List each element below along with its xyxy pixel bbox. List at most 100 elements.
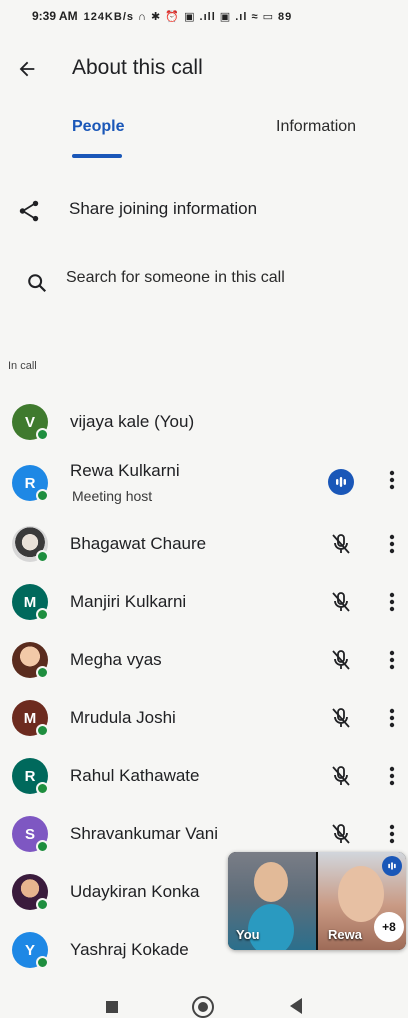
avatar-initial: V [24, 413, 35, 431]
active-tab-indicator [72, 154, 122, 158]
self-video-label: You [236, 927, 260, 942]
participant-row[interactable]: R Rahul Kathawate [0, 747, 408, 805]
participant-name: Rewa Kulkarni [70, 461, 180, 480]
avatar-initial: R [24, 767, 36, 785]
mic-muted-indicator [328, 589, 354, 615]
avatar: M [12, 584, 49, 621]
participant-row[interactable]: Megha vyas [0, 631, 408, 689]
status-time: 9:39 AM [32, 9, 78, 23]
more-vert-icon [389, 766, 395, 786]
mic-off-icon [332, 708, 350, 728]
status-bar: 9:39 AM 124KB/s ∩ ✱ ⏰ ▣ .ıll ▣ .ıl ≈ ▭ 8… [0, 0, 408, 32]
audio-level-icon [388, 862, 396, 870]
picture-in-picture-video[interactable]: You Rewa +8 [228, 852, 406, 950]
mic-muted-indicator [328, 531, 354, 557]
participant-name: Udaykiran Konka [70, 882, 200, 901]
avatar: R [12, 465, 49, 502]
online-indicator [36, 840, 49, 853]
online-indicator [36, 608, 49, 621]
avatar: R [12, 758, 49, 795]
participant-name: Manjiri Kulkarni [70, 592, 187, 611]
search-placeholder: Search for someone in this call [66, 269, 285, 286]
participant-row[interactable]: Bhagawat Chaure [0, 515, 408, 573]
avatar: M [12, 700, 49, 737]
mic-muted-indicator [328, 821, 354, 847]
online-indicator [36, 489, 49, 502]
audio-level-icon [336, 477, 346, 487]
online-indicator [36, 666, 49, 679]
mic-off-icon [332, 534, 350, 554]
more-vert-icon [389, 592, 395, 612]
avatar [12, 526, 49, 563]
more-vert-icon [389, 708, 395, 728]
participant-name: Shravankumar Vani [70, 824, 219, 843]
avatar [12, 642, 49, 679]
participant-row[interactable]: V vijaya kale (You) [0, 393, 408, 451]
avatar: Y [12, 932, 49, 969]
more-vert-icon [389, 534, 395, 554]
participant-video-label: Rewa [328, 927, 362, 942]
status-icons: 124KB/s ∩ ✱ ⏰ ▣ .ıll ▣ .ıl ≈ ▭ 89 [83, 10, 293, 23]
online-indicator [36, 782, 49, 795]
more-options-button[interactable] [384, 589, 400, 615]
more-options-button[interactable] [384, 763, 400, 789]
speaking-indicator [382, 856, 402, 876]
more-options-button[interactable] [384, 531, 400, 557]
mic-muted-indicator [328, 647, 354, 673]
more-options-button[interactable] [384, 705, 400, 731]
page-title: About this call [72, 56, 203, 79]
app-bar: About this call [0, 44, 408, 94]
recents-button[interactable] [106, 1001, 118, 1013]
participant-name: Rahul Kathawate [70, 766, 200, 785]
mic-muted-indicator [328, 763, 354, 789]
more-vert-icon [389, 824, 395, 844]
online-indicator [36, 428, 49, 441]
avatar-initial: S [24, 825, 35, 843]
search-icon [28, 274, 47, 293]
participant-row[interactable]: R Rewa Kulkarni Meeting host [0, 451, 408, 515]
avatar: S [12, 816, 49, 853]
share-joining-info-button[interactable]: Share joining information [0, 190, 408, 234]
participant-row[interactable]: M Manjiri Kulkarni [0, 573, 408, 631]
more-participants-count: +8 [374, 912, 404, 942]
avatar: V [12, 404, 49, 441]
online-indicator [36, 724, 49, 737]
avatar-initial: M [23, 593, 37, 611]
arrow-back-icon [19, 61, 35, 77]
meeting-host-label: Meeting host [72, 488, 153, 504]
more-options-button[interactable] [384, 821, 400, 847]
avatar [12, 874, 49, 911]
online-indicator [36, 550, 49, 563]
tab-bar: People Information [0, 112, 408, 162]
mic-muted-indicator [328, 705, 354, 731]
participant-name: Bhagawat Chaure [70, 534, 207, 553]
share-icon [19, 200, 39, 222]
participant-name: vijaya kale (You) [70, 412, 195, 431]
more-options-button[interactable] [384, 467, 400, 493]
more-vert-icon [389, 650, 395, 670]
more-vert-icon [389, 470, 395, 490]
avatar-initial: R [24, 474, 36, 492]
participant-name: Mrudula Joshi [70, 708, 176, 727]
back-button[interactable] [10, 52, 44, 86]
mic-off-icon [332, 824, 350, 844]
avatar-initial: M [23, 709, 37, 727]
more-options-button[interactable] [384, 647, 400, 673]
participant-row[interactable]: M Mrudula Joshi [0, 689, 408, 747]
online-indicator [36, 898, 49, 911]
mic-off-icon [332, 650, 350, 670]
mic-off-icon [332, 592, 350, 612]
participant-name: Megha vyas [70, 650, 162, 669]
participant-name: Yashraj Kokade [70, 940, 189, 959]
share-label: Share joining information [69, 199, 258, 218]
avatar-initial: Y [24, 941, 35, 959]
in-call-section-label: In call [8, 360, 37, 372]
speaking-indicator [328, 469, 354, 495]
tab-people[interactable]: People [72, 118, 124, 136]
tab-information[interactable]: Information [276, 118, 356, 136]
system-nav-bar [0, 980, 408, 1018]
mic-off-icon [332, 766, 350, 786]
system-back-button[interactable] [290, 998, 302, 1014]
search-input[interactable]: Search for someone in this call [14, 260, 394, 304]
online-indicator [36, 956, 49, 969]
